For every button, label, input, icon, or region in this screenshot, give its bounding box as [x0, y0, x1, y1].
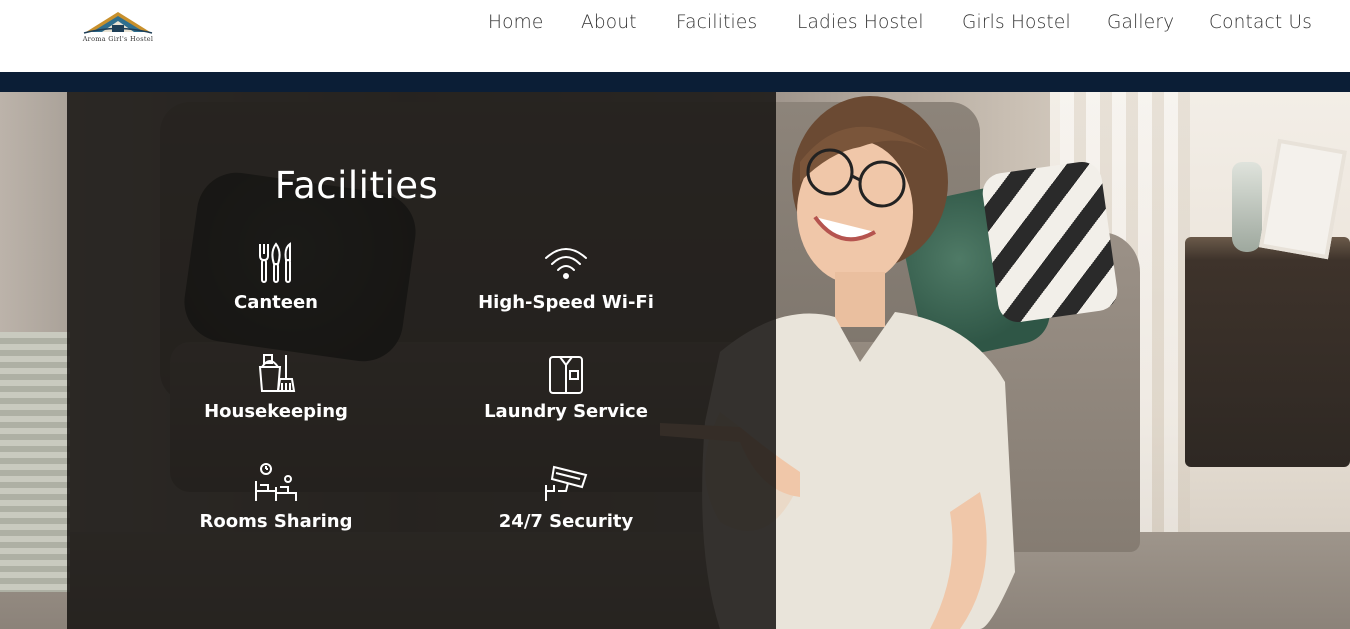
facility-wifi: High-Speed Wi-Fi: [456, 242, 676, 313]
site-header: Aroma Girl's Hostel Home About Facilitie…: [0, 0, 1350, 72]
shirt-icon: [549, 356, 583, 394]
facility-security: 24/7 Security: [456, 461, 676, 532]
facility-label: Rooms Sharing: [199, 511, 353, 532]
vase: [1232, 162, 1262, 252]
beds-icon: [255, 463, 297, 501]
facility-rooms-sharing: Rooms Sharing: [166, 461, 386, 532]
main-nav: Home About Facilities Ladies Hostel Girl…: [0, 12, 1350, 36]
blanket: [0, 332, 70, 592]
nav-about[interactable]: About: [581, 12, 637, 33]
side-table: [1185, 237, 1350, 467]
facilities-panel: Facilities Canteen High-Speed Wi-Fi Hous…: [67, 92, 776, 629]
cutlery-icon: [259, 242, 291, 283]
logo-text: Aroma Girl's Hostel: [82, 35, 154, 43]
facility-label: High-Speed Wi-Fi: [478, 292, 654, 313]
wifi-icon: [545, 248, 587, 279]
facility-label: 24/7 Security: [498, 511, 634, 532]
facility-label: Canteen: [233, 292, 318, 313]
facility-label: Laundry Service: [484, 401, 648, 422]
nav-girls-hostel[interactable]: Girls Hostel: [962, 12, 1071, 33]
nav-facilities[interactable]: Facilities: [676, 12, 757, 33]
header-accent-bar: [0, 72, 1350, 92]
facility-label: Housekeeping: [204, 401, 348, 422]
nav-ladies-hostel[interactable]: Ladies Hostel: [797, 12, 924, 33]
facilities-title: Facilities: [274, 164, 439, 207]
facility-canteen: Canteen: [166, 242, 386, 313]
cleaning-bucket-icon: [258, 354, 296, 392]
nav-contact-us[interactable]: Contact Us: [1209, 12, 1312, 33]
facility-laundry: Laundry Service: [456, 351, 676, 422]
nav-home[interactable]: Home: [488, 12, 543, 33]
nav-gallery[interactable]: Gallery: [1107, 12, 1174, 33]
facility-housekeeping: Housekeeping: [166, 351, 386, 422]
cctv-camera-icon: [545, 465, 588, 501]
